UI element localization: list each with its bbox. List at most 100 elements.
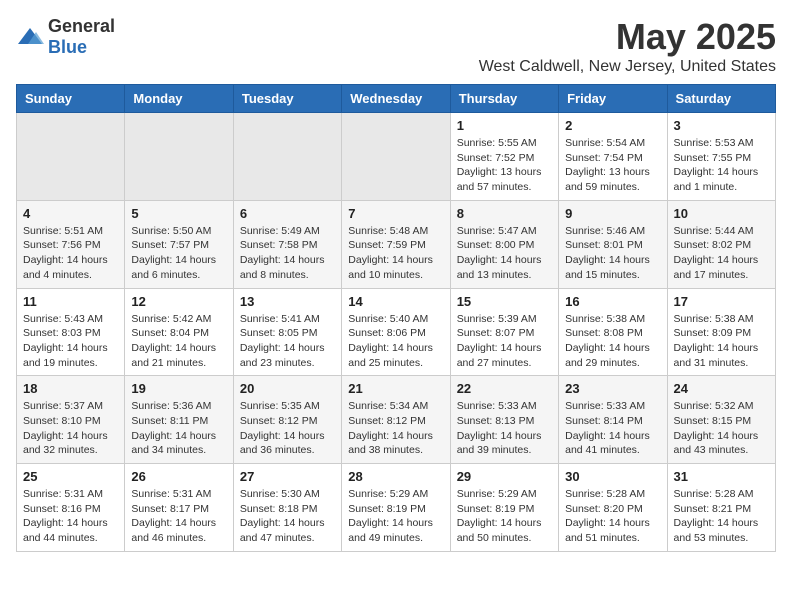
calendar-day-cell: 11 Sunrise: 5:43 AM Sunset: 8:03 PM Dayli… (17, 288, 125, 376)
day-info: Sunrise: 5:35 AM Sunset: 8:12 PM Dayligh… (240, 399, 335, 458)
calendar-week-row: 25 Sunrise: 5:31 AM Sunset: 8:16 PM Dayli… (17, 464, 776, 552)
calendar-day-cell: 5 Sunrise: 5:50 AM Sunset: 7:57 PM Daylig… (125, 200, 233, 288)
calendar-day-cell: 10 Sunrise: 5:44 AM Sunset: 8:02 PM Dayli… (667, 200, 775, 288)
calendar-day-cell: 17 Sunrise: 5:38 AM Sunset: 8:09 PM Dayli… (667, 288, 775, 376)
calendar-day-cell: 2 Sunrise: 5:54 AM Sunset: 7:54 PM Daylig… (559, 113, 667, 201)
calendar-day-cell (233, 113, 341, 201)
weekday-header-tuesday: Tuesday (233, 85, 341, 113)
calendar-day-cell: 6 Sunrise: 5:49 AM Sunset: 7:58 PM Daylig… (233, 200, 341, 288)
day-info: Sunrise: 5:44 AM Sunset: 8:02 PM Dayligh… (674, 224, 769, 283)
day-number: 16 (565, 294, 660, 309)
calendar-day-cell: 4Sunrise: 5:51 AM Sunset: 7:56 PM Daylig… (17, 200, 125, 288)
weekday-header-friday: Friday (559, 85, 667, 113)
calendar-day-cell: 14Sunrise: 5:40 AM Sunset: 8:06 PM Dayli… (342, 288, 450, 376)
calendar-day-cell: 15 Sunrise: 5:39 AM Sunset: 8:07 PM Dayli… (450, 288, 558, 376)
day-info: Sunrise: 5:28 AM Sunset: 8:21 PM Dayligh… (674, 487, 769, 546)
day-number: 11 (23, 294, 118, 309)
day-number: 2 (565, 118, 660, 133)
location-title: West Caldwell, New Jersey, United States (479, 58, 776, 76)
day-info: Sunrise: 5:39 AM Sunset: 8:07 PM Dayligh… (457, 312, 552, 371)
day-number: 23 (565, 381, 660, 396)
calendar-day-cell: 7 Sunrise: 5:48 AM Sunset: 7:59 PM Daylig… (342, 200, 450, 288)
day-number: 5 (131, 206, 226, 221)
day-number: 3 (674, 118, 769, 133)
day-info: Sunrise: 5:53 AM Sunset: 7:55 PM Dayligh… (674, 136, 769, 195)
weekday-header-wednesday: Wednesday (342, 85, 450, 113)
calendar-day-cell: 19Sunrise: 5:36 AM Sunset: 8:11 PM Dayli… (125, 376, 233, 464)
month-title: May 2025 (479, 16, 776, 58)
calendar-day-cell (342, 113, 450, 201)
day-number: 25 (23, 469, 118, 484)
day-info: Sunrise: 5:47 AM Sunset: 8:00 PM Dayligh… (457, 224, 552, 283)
day-info: Sunrise: 5:46 AM Sunset: 8:01 PM Dayligh… (565, 224, 660, 283)
calendar-day-cell: 29 Sunrise: 5:29 AM Sunset: 8:19 PM Dayli… (450, 464, 558, 552)
day-number: 10 (674, 206, 769, 221)
weekday-header-thursday: Thursday (450, 85, 558, 113)
weekday-header-saturday: Saturday (667, 85, 775, 113)
calendar-day-cell: 27 Sunrise: 5:30 AM Sunset: 8:18 PM Dayli… (233, 464, 341, 552)
day-info: Sunrise: 5:49 AM Sunset: 7:58 PM Dayligh… (240, 224, 335, 283)
day-info: Sunrise: 5:30 AM Sunset: 8:18 PM Dayligh… (240, 487, 335, 546)
day-number: 8 (457, 206, 552, 221)
day-info: Sunrise: 5:34 AM Sunset: 8:12 PM Dayligh… (348, 399, 443, 458)
weekday-header-row: SundayMondayTuesdayWednesdayThursdayFrid… (17, 85, 776, 113)
calendar-day-cell: 18 Sunrise: 5:37 AM Sunset: 8:10 PM Dayli… (17, 376, 125, 464)
day-number: 28 (348, 469, 443, 484)
day-number: 18 (23, 381, 118, 396)
page-header: General Blue May 2025 West Caldwell, New… (16, 16, 776, 76)
calendar-day-cell: 28 Sunrise: 5:29 AM Sunset: 8:19 PM Dayli… (342, 464, 450, 552)
day-number: 9 (565, 206, 660, 221)
day-info: Sunrise: 5:40 AM Sunset: 8:06 PM Dayligh… (348, 312, 443, 371)
calendar-day-cell: 24 Sunrise: 5:32 AM Sunset: 8:15 PM Dayli… (667, 376, 775, 464)
day-info: Sunrise: 5:29 AM Sunset: 8:19 PM Dayligh… (457, 487, 552, 546)
day-info: Sunrise: 5:37 AM Sunset: 8:10 PM Dayligh… (23, 399, 118, 458)
day-info: Sunrise: 5:28 AM Sunset: 8:20 PM Dayligh… (565, 487, 660, 546)
calendar-day-cell: 21 Sunrise: 5:34 AM Sunset: 8:12 PM Dayli… (342, 376, 450, 464)
day-info: Sunrise: 5:29 AM Sunset: 8:19 PM Dayligh… (348, 487, 443, 546)
title-block: May 2025 West Caldwell, New Jersey, Unit… (479, 16, 776, 76)
day-info: Sunrise: 5:41 AM Sunset: 8:05 PM Dayligh… (240, 312, 335, 371)
calendar-day-cell: 26Sunrise: 5:31 AM Sunset: 8:17 PM Dayli… (125, 464, 233, 552)
day-info: Sunrise: 5:38 AM Sunset: 8:09 PM Dayligh… (674, 312, 769, 371)
calendar-day-cell: 20 Sunrise: 5:35 AM Sunset: 8:12 PM Dayli… (233, 376, 341, 464)
calendar-day-cell: 13 Sunrise: 5:41 AM Sunset: 8:05 PM Dayli… (233, 288, 341, 376)
day-info: Sunrise: 5:54 AM Sunset: 7:54 PM Dayligh… (565, 136, 660, 195)
day-number: 6 (240, 206, 335, 221)
day-info: Sunrise: 5:32 AM Sunset: 8:15 PM Dayligh… (674, 399, 769, 458)
day-info: Sunrise: 5:38 AM Sunset: 8:08 PM Dayligh… (565, 312, 660, 371)
logo: General Blue (16, 16, 115, 58)
calendar-day-cell: 8 Sunrise: 5:47 AM Sunset: 8:00 PM Daylig… (450, 200, 558, 288)
calendar-day-cell: 3 Sunrise: 5:53 AM Sunset: 7:55 PM Daylig… (667, 113, 775, 201)
day-number: 31 (674, 469, 769, 484)
day-info: Sunrise: 5:48 AM Sunset: 7:59 PM Dayligh… (348, 224, 443, 283)
day-number: 17 (674, 294, 769, 309)
day-info: Sunrise: 5:55 AM Sunset: 7:52 PM Dayligh… (457, 136, 552, 195)
weekday-header-monday: Monday (125, 85, 233, 113)
calendar-day-cell: 9 Sunrise: 5:46 AM Sunset: 8:01 PM Daylig… (559, 200, 667, 288)
day-number: 29 (457, 469, 552, 484)
calendar-day-cell (17, 113, 125, 201)
logo-icon (16, 26, 44, 48)
weekday-header-sunday: Sunday (17, 85, 125, 113)
logo-blue: Blue (48, 37, 87, 57)
calendar-day-cell: 30Sunrise: 5:28 AM Sunset: 8:20 PM Dayli… (559, 464, 667, 552)
day-number: 13 (240, 294, 335, 309)
day-info: Sunrise: 5:33 AM Sunset: 8:13 PM Dayligh… (457, 399, 552, 458)
day-number: 21 (348, 381, 443, 396)
day-info: Sunrise: 5:31 AM Sunset: 8:16 PM Dayligh… (23, 487, 118, 546)
day-number: 20 (240, 381, 335, 396)
day-number: 15 (457, 294, 552, 309)
day-number: 24 (674, 381, 769, 396)
calendar-week-row: 18 Sunrise: 5:37 AM Sunset: 8:10 PM Dayli… (17, 376, 776, 464)
day-info: Sunrise: 5:43 AM Sunset: 8:03 PM Dayligh… (23, 312, 118, 371)
day-info: Sunrise: 5:50 AM Sunset: 7:57 PM Dayligh… (131, 224, 226, 283)
day-info: Sunrise: 5:51 AM Sunset: 7:56 PM Dayligh… (23, 224, 118, 283)
calendar-day-cell: 16 Sunrise: 5:38 AM Sunset: 8:08 PM Dayli… (559, 288, 667, 376)
calendar-day-cell: 22Sunrise: 5:33 AM Sunset: 8:13 PM Dayli… (450, 376, 558, 464)
day-number: 19 (131, 381, 226, 396)
day-number: 27 (240, 469, 335, 484)
logo-text: General Blue (48, 16, 115, 58)
day-number: 7 (348, 206, 443, 221)
calendar-week-row: 1Sunrise: 5:55 AM Sunset: 7:52 PM Daylig… (17, 113, 776, 201)
calendar-day-cell: 31 Sunrise: 5:28 AM Sunset: 8:21 PM Dayli… (667, 464, 775, 552)
